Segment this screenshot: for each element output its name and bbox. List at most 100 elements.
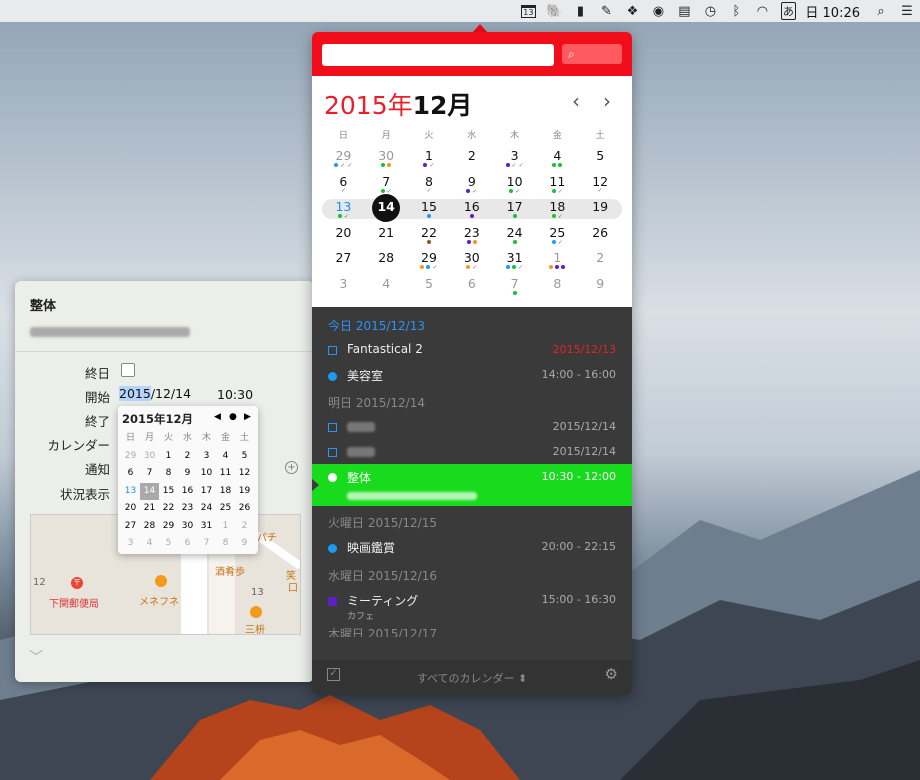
start-date-year-selected[interactable]: 2015 <box>119 386 151 401</box>
list-icon[interactable]: ☰ <box>894 0 920 22</box>
picker-day[interactable]: 5 <box>235 448 254 466</box>
search-icon[interactable]: ⌕ <box>868 0 894 22</box>
book-icon[interactable]: ▤ <box>671 0 697 22</box>
picker-day[interactable]: 29 <box>159 518 178 536</box>
calendar-day[interactable]: 9 ✓ <box>450 172 493 197</box>
calendar-day[interactable]: 4 <box>536 146 579 171</box>
picker-day[interactable]: 17 <box>197 483 216 501</box>
dropbox-icon[interactable]: ❖ <box>619 0 645 22</box>
allday-checkbox[interactable] <box>121 363 135 377</box>
picker-day[interactable]: 8 <box>216 535 235 553</box>
calendar-day[interactable]: 7 <box>493 274 536 299</box>
calendar-day[interactable]: 29 ✓ <box>408 248 451 273</box>
reminder-checkbox[interactable] <box>328 448 337 457</box>
picker-day[interactable]: 25 <box>216 500 235 518</box>
calendar-day[interactable]: 4 <box>365 274 408 299</box>
calendar-day[interactable]: 22 <box>408 223 451 248</box>
calendar-day[interactable]: 2 <box>450 146 493 171</box>
calendar-day[interactable]: 15 <box>408 197 451 222</box>
calendar-day[interactable]: 6 ✓ <box>322 172 365 197</box>
picker-day[interactable]: 5 <box>159 535 178 553</box>
calendar-icon[interactable]: 13 <box>515 0 541 22</box>
settings-gear-icon[interactable]: ⚙ <box>605 665 618 683</box>
calendar-day[interactable]: 6 <box>450 274 493 299</box>
calendar-day[interactable]: 1 <box>536 248 579 273</box>
picker-day[interactable]: 7 <box>197 535 216 553</box>
picker-day[interactable]: 10 <box>197 465 216 483</box>
picker-day[interactable]: 9 <box>178 465 197 483</box>
search-button[interactable]: ⌕ <box>562 44 622 64</box>
picker-day[interactable]: 14 <box>140 482 159 500</box>
reminder-checkbox[interactable] <box>328 346 337 355</box>
picker-day[interactable]: 3 <box>197 448 216 466</box>
picker-day[interactable]: 28 <box>140 518 159 536</box>
calendar-set-selector[interactable]: すべてのカレンダー ⬍ <box>312 670 632 686</box>
picker-next-icon[interactable]: ▶ <box>244 412 251 422</box>
picker-day[interactable]: 22 <box>159 500 178 518</box>
event-row-selected[interactable]: 整体 10:30 - 12:00 <box>312 464 632 506</box>
calendar-day[interactable]: 8 ✓ <box>408 172 451 197</box>
picker-day[interactable]: 29 <box>121 448 140 466</box>
bookmark-icon[interactable]: ▮ <box>567 0 593 22</box>
reminder-checkbox[interactable] <box>328 423 337 432</box>
event-row[interactable]: 2015/12/14 <box>312 439 632 464</box>
event-row[interactable]: 2015/12/14 <box>312 414 632 439</box>
calendar-day[interactable]: 13 ✓ <box>322 197 365 222</box>
picker-day[interactable]: 6 <box>178 535 197 553</box>
calendar-day[interactable]: 9 <box>579 274 622 299</box>
calendar-day[interactable]: 7 ✓ <box>365 172 408 197</box>
picker-day[interactable]: 8 <box>159 465 178 483</box>
add-alert-icon[interactable]: + <box>285 461 298 474</box>
tc-icon[interactable]: ◉ <box>645 0 671 22</box>
picker-day[interactable]: 3 <box>121 535 140 553</box>
calendar-day[interactable]: 8 <box>536 274 579 299</box>
picker-day[interactable]: 21 <box>140 500 159 518</box>
prev-month-icon[interactable]: ‹ <box>572 89 580 113</box>
calendar-day[interactable]: 23 <box>450 223 493 248</box>
picker-day[interactable]: 4 <box>140 535 159 553</box>
picker-prev-icon[interactable]: ◀ <box>214 412 221 422</box>
event-row[interactable]: 映画鑑賞 20:00 - 22:15 <box>312 534 632 559</box>
event-row[interactable]: ミーティング 15:00 - 16:30 カフェ <box>312 587 632 623</box>
calendar-day[interactable]: 3 <box>322 274 365 299</box>
calendar-day[interactable]: 1 ✓ <box>408 146 451 171</box>
calendar-day[interactable]: 5 <box>408 274 451 299</box>
calendar-day[interactable]: 19 <box>579 197 622 222</box>
picker-day[interactable]: 6 <box>121 465 140 483</box>
event-title[interactable]: 整体 <box>30 295 56 314</box>
picker-day[interactable]: 30 <box>178 518 197 536</box>
picker-day[interactable]: 7 <box>140 465 159 483</box>
picker-day[interactable]: 9 <box>235 535 254 553</box>
picker-day[interactable]: 4 <box>216 448 235 466</box>
event-row[interactable]: Fantastical 2 2015/12/13 <box>312 337 632 362</box>
start-time-field[interactable]: 10:30 <box>217 387 253 402</box>
picker-day[interactable]: 27 <box>121 518 140 536</box>
calendar-day[interactable]: 29 ✓ ✓ <box>322 146 365 171</box>
next-month-icon[interactable]: › <box>603 89 611 113</box>
calendar-day[interactable]: 11 ✓ <box>536 172 579 197</box>
calendar-day[interactable]: 30 <box>365 146 408 171</box>
picker-day[interactable]: 18 <box>216 483 235 501</box>
evernote-icon[interactable]: 🐘 <box>541 0 567 22</box>
picker-day[interactable]: 15 <box>159 483 178 501</box>
picker-day[interactable]: 1 <box>159 448 178 466</box>
picker-day[interactable]: 12 <box>235 465 254 483</box>
start-date-field[interactable]: 2015/12/14 <box>119 386 191 401</box>
calendar-day[interactable]: 21 <box>365 223 408 248</box>
picker-day[interactable]: 1 <box>216 518 235 536</box>
picker-day[interactable]: 30 <box>140 448 159 466</box>
calendar-day[interactable]: 24 <box>493 223 536 248</box>
calendar-day[interactable]: 10 ✓ <box>493 172 536 197</box>
picker-day[interactable]: 16 <box>178 483 197 501</box>
time-machine-icon[interactable]: ◷ <box>697 0 723 22</box>
picker-day[interactable]: 2 <box>235 518 254 536</box>
search-input[interactable] <box>322 44 554 66</box>
picker-day[interactable]: 26 <box>235 500 254 518</box>
calendar-day[interactable]: 2 <box>579 248 622 273</box>
pen-icon[interactable]: ✎ <box>593 0 619 22</box>
picker-day[interactable]: 19 <box>235 483 254 501</box>
calendar-day[interactable]: 27 <box>322 248 365 273</box>
calendar-day[interactable]: 31 ✓ <box>493 248 536 273</box>
calendar-day[interactable]: 26 <box>579 223 622 248</box>
picker-today-icon[interactable]: ● <box>229 412 237 422</box>
